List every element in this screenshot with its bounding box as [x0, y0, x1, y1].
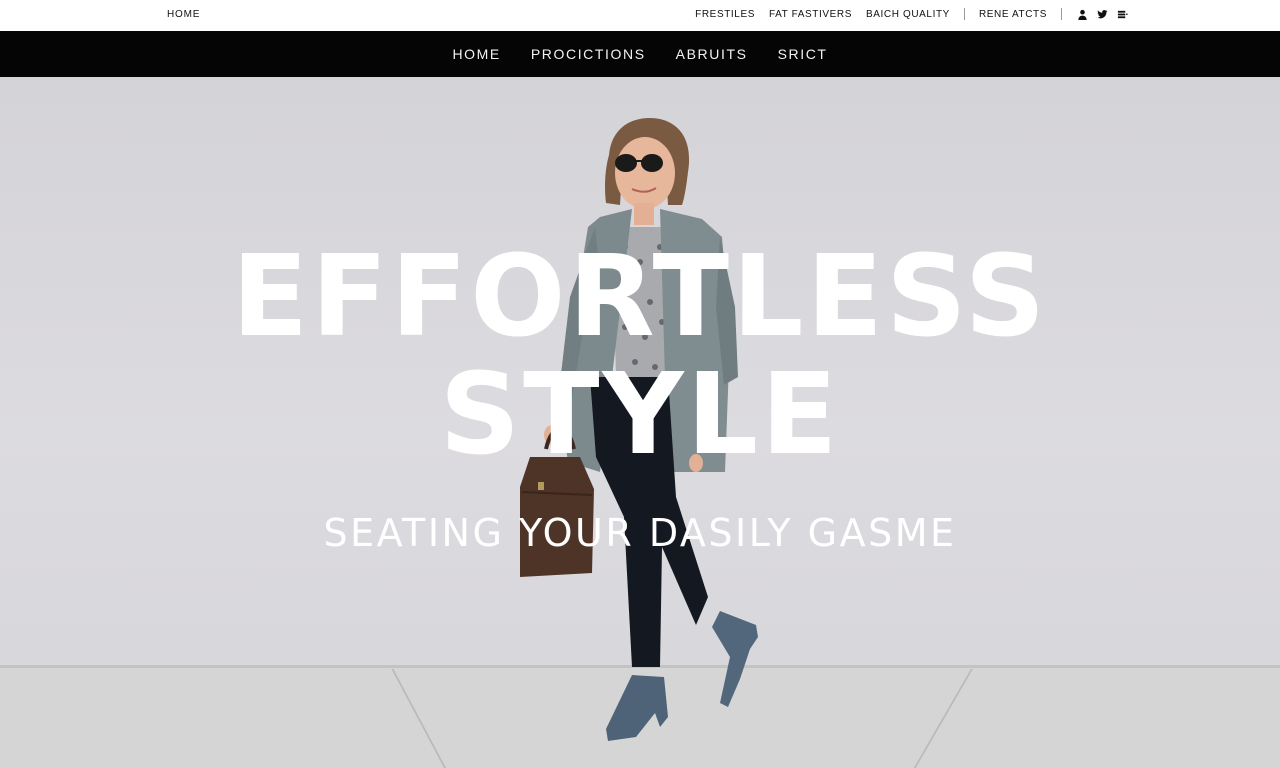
nav-item-home[interactable]: HOME — [452, 46, 500, 62]
utility-divider — [1061, 8, 1062, 20]
user-icon[interactable] — [1076, 8, 1088, 20]
utility-links: FRESTILES FAT FASTIVERS BAICH QUALITY RE… — [681, 8, 1128, 20]
utility-link-rene-atcts[interactable]: RENE ATCTS — [979, 9, 1047, 20]
hero-subtitle: SEATING YOUR DASILY GASME — [323, 511, 957, 555]
utility-home-link[interactable]: HOME — [167, 9, 200, 20]
nav-item-abruits[interactable]: ABRUITS — [676, 46, 748, 62]
hero-title-line-2: STYLE — [439, 350, 841, 480]
utility-link-baich-quality[interactable]: BAICH QUALITY — [866, 9, 950, 20]
twitter-icon[interactable] — [1096, 8, 1108, 20]
nav-item-srict[interactable]: SRICT — [778, 46, 828, 62]
utility-divider — [963, 8, 965, 20]
page: HOME FRESTILES FAT FASTIVERS BAICH QUALI… — [0, 0, 1280, 768]
hero-title-line-1: EFFORTLESS — [231, 232, 1049, 362]
menu-icon[interactable] — [1116, 8, 1128, 20]
social-icons — [1076, 8, 1128, 20]
hero-banner: EFFORTLESS STYLE SEATING YOUR DASILY GAS… — [0, 77, 1280, 768]
utility-bar: HOME FRESTILES FAT FASTIVERS BAICH QUALI… — [0, 0, 1280, 31]
utility-link-fat-fastivers[interactable]: FAT FASTIVERS — [769, 9, 852, 20]
nav-item-procictions[interactable]: PROCICTIONS — [531, 46, 646, 62]
main-nav: HOME PROCICTIONS ABRUITS SRICT — [0, 31, 1280, 77]
utility-link-frestiles[interactable]: FRESTILES — [695, 9, 755, 20]
